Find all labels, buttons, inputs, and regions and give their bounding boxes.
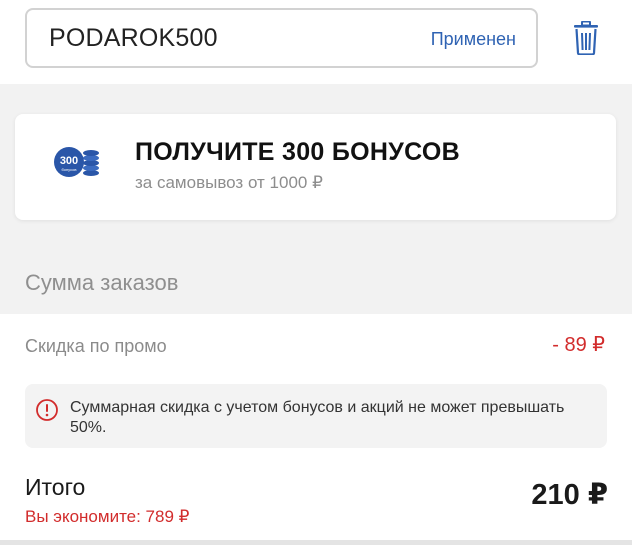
discount-limit-notice: Суммарная скидка с учетом бонусов и акци… — [25, 384, 607, 448]
coin-badge-caption: бонусов — [61, 167, 76, 172]
promo-code-value: PODAROK500 — [49, 24, 218, 52]
bonus-offer-card[interactable]: 300 бонусов ПОЛУЧИТЕ 300 БОНУСОВ за само… — [15, 114, 616, 220]
promo-discount-value: - 89 ₽ — [552, 334, 605, 356]
alert-circle-icon — [36, 399, 58, 421]
bonus-coin-icon: 300 бонусов — [53, 142, 103, 182]
bonus-subtitle: за самовывоз от 1000 ₽ — [135, 173, 323, 192]
promo-code-field[interactable]: PODAROK500 Применен — [25, 8, 538, 68]
bonus-title: ПОЛУЧИТЕ 300 БОНУСОВ — [135, 138, 460, 166]
savings-text: Вы экономите: 789 ₽ — [25, 507, 190, 526]
total-value: 210 ₽ — [531, 479, 608, 511]
total-label: Итого — [25, 474, 86, 500]
promo-discount-label: Скидка по промо — [25, 336, 167, 356]
bottom-divider — [0, 540, 632, 545]
trash-icon[interactable] — [573, 20, 599, 56]
promo-applied-status: Применен — [430, 29, 516, 49]
orders-sum-heading: Сумма заказов — [25, 270, 179, 295]
discount-limit-text: Суммарная скидка с учетом бонусов и акци… — [70, 399, 565, 436]
coin-badge-number: 300 — [60, 155, 78, 167]
